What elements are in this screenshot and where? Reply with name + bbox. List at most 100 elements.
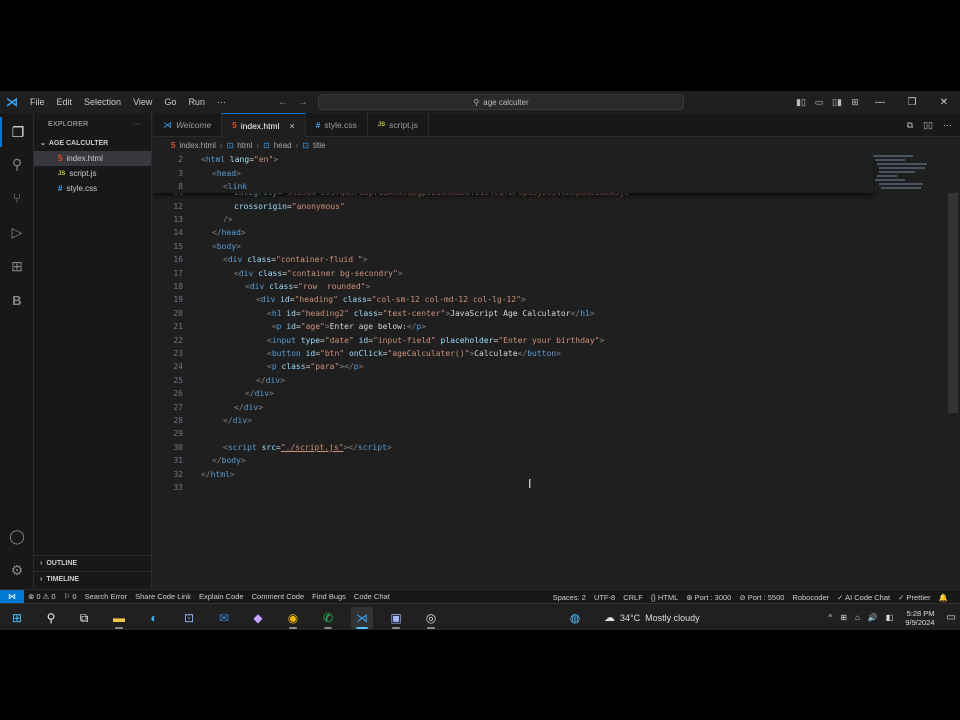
account-icon[interactable]: ◯	[0, 521, 34, 551]
code-line[interactable]: 28 </div>	[153, 414, 252, 427]
ports-status[interactable]: ⚐ 0	[60, 592, 81, 601]
search-error-button[interactable]: Search Error	[81, 592, 132, 601]
menu-edit[interactable]: Edit	[51, 91, 79, 113]
tray-app-icon[interactable]: ⊞	[836, 613, 851, 622]
code-line[interactable]: 12 crossorigin="anonymous"	[153, 199, 344, 212]
toggle-secondary-sidebar-icon[interactable]: ▯▮	[828, 97, 846, 108]
code-line[interactable]: 32 </html>	[153, 467, 234, 480]
start-windows-icon[interactable]: ⊞	[6, 607, 28, 629]
outline-section[interactable]: › OUTLINE	[34, 555, 152, 570]
code-chat-button[interactable]: Code Chat	[350, 592, 394, 601]
code-line[interactable]: 30 <script src="./script.js"></script>	[153, 441, 391, 454]
file-explorer-icon[interactable]: ▬	[108, 607, 130, 629]
menu-file[interactable]: File	[24, 91, 51, 113]
explain-code-button[interactable]: Explain Code	[195, 592, 248, 601]
task-view-icon[interactable]: ⧉	[73, 607, 95, 629]
back-arrow-icon[interactable]: ←	[278, 97, 288, 108]
vertical-scrollbar[interactable]	[948, 193, 958, 413]
breadcrumb-item[interactable]: html	[237, 141, 252, 150]
close-tab-icon[interactable]: ×	[289, 121, 294, 131]
explorer-icon[interactable]: ❐	[0, 117, 34, 147]
vscode-taskbar-icon[interactable]: ⋊	[351, 607, 373, 629]
menu-run[interactable]: Run	[182, 91, 211, 113]
port-5500-status[interactable]: ⊘ Port : 5500	[735, 593, 788, 602]
port-3000-status[interactable]: ⊛ Port : 3000	[682, 593, 735, 602]
code-line[interactable]: 14 </head>	[153, 226, 245, 239]
comment-code-button[interactable]: Comment Code	[248, 592, 309, 601]
run-debug-icon[interactable]: ▷	[0, 217, 34, 247]
code-line[interactable]: 21 <p id="age">Enter age below:</p>	[153, 320, 426, 333]
sticky-scroll[interactable]: 2 <html lang="en"> 3 <head> 8 <link	[153, 153, 873, 193]
minimap[interactable]	[871, 153, 941, 213]
file-style-css[interactable]: # style.css	[34, 181, 151, 196]
code-line[interactable]: 8 <link	[153, 180, 247, 193]
code-line[interactable]: 31 </body>	[153, 454, 245, 467]
outlook-icon[interactable]: ✉	[213, 607, 235, 629]
explorer-more-icon[interactable]: ···	[133, 121, 141, 128]
screen-recorder-icon[interactable]: ▣	[385, 607, 407, 629]
code-line[interactable]: 15 <body>	[153, 240, 241, 253]
code-line[interactable]: 29	[153, 427, 201, 440]
prettier-status[interactable]: ✓ Prettier	[894, 593, 935, 602]
code-line[interactable]: 22 <input type="date" id="input-field" pl…	[153, 333, 604, 346]
extension-b-icon[interactable]: B	[0, 285, 34, 315]
forward-arrow-icon[interactable]: →	[298, 97, 308, 108]
store-icon[interactable]: ⊡	[178, 607, 200, 629]
code-line[interactable]: 16 <div class="container-fluid ">	[153, 253, 367, 266]
toggle-sidebar-icon[interactable]: ▮▯	[792, 97, 810, 108]
eol-status[interactable]: CRLF	[619, 593, 647, 602]
split-editor-icon[interactable]: ▯▯	[923, 120, 933, 131]
encoding-status[interactable]: UTF-8	[590, 593, 619, 602]
file-index-html[interactable]: 5 index.html	[34, 151, 151, 166]
github-desktop-icon[interactable]: ◎	[420, 607, 442, 629]
code-line[interactable]: 25 </div>	[153, 374, 285, 387]
search-icon[interactable]: ⚲	[0, 149, 34, 179]
folder-age-calculter[interactable]: ⌄ AGE CALCULTER	[34, 135, 151, 151]
menu-view[interactable]: View	[127, 91, 158, 113]
robocoder-status[interactable]: Robocoder	[788, 593, 833, 602]
more-actions-icon[interactable]: ···	[943, 120, 952, 130]
notification-app-icon[interactable]: ◍	[564, 607, 586, 629]
app-icon[interactable]: ◆	[247, 607, 269, 629]
minimize-button[interactable]: —	[864, 97, 896, 108]
chrome-icon[interactable]: ◉	[282, 607, 304, 629]
weather-widget[interactable]: ☁ 34°C Mostly cloudy	[604, 604, 700, 631]
edge-browser-icon[interactable]: ◐	[143, 607, 165, 629]
code-line[interactable]: 27 </div>	[153, 400, 263, 413]
problems-status[interactable]: ⊗ 0 ⚠ 0	[24, 592, 60, 601]
toggle-panel-icon[interactable]: ▭	[810, 97, 828, 108]
volume-icon[interactable]: 🔊	[864, 613, 882, 622]
breadcrumb-item[interactable]: title	[313, 141, 325, 150]
code-line[interactable]: 2 <html lang="en">	[153, 153, 278, 166]
indentation-status[interactable]: Spaces: 2	[549, 593, 590, 602]
tab-script-js[interactable]: JS script.js	[368, 113, 429, 137]
network-icon[interactable]: ⌂	[851, 613, 864, 622]
ai-code-chat-status[interactable]: ✓ AI Code Chat	[833, 593, 894, 602]
code-line[interactable]: 13 />	[153, 213, 232, 226]
menu-selection[interactable]: Selection	[78, 91, 127, 113]
menu-more[interactable]: ···	[211, 91, 232, 113]
customize-layout-icon[interactable]: ⊞	[846, 97, 864, 108]
search-icon[interactable]: ⚲	[40, 607, 62, 629]
clock[interactable]: 5:28 PM 9/9/2024	[897, 609, 942, 627]
source-control-icon[interactable]: ⑂	[0, 183, 34, 213]
tab-index-html[interactable]: 5 index.html ×	[222, 113, 306, 137]
maximize-button[interactable]: ❐	[896, 97, 928, 108]
close-button[interactable]: ✕	[928, 97, 960, 108]
notification-center-icon[interactable]: ▭	[943, 612, 960, 623]
remote-indicator-icon[interactable]: ⋈	[0, 589, 24, 604]
code-line[interactable]: 20 <h1 id="heading2" class="text-center">…	[153, 307, 594, 320]
code-line[interactable]: 23 <button id="btn" onClick="ageCalculate…	[153, 347, 561, 360]
code-editor[interactable]: 2<html lang="en">3<head>8<link 11integri…	[153, 153, 960, 589]
settings-gear-icon[interactable]: ⚙	[0, 555, 34, 585]
whatsapp-icon[interactable]: ✆	[317, 607, 339, 629]
extensions-icon[interactable]: ⊞	[0, 251, 34, 281]
code-line[interactable]: 26 </div>	[153, 387, 274, 400]
code-line[interactable]: 18 <div class="row rounded">	[153, 280, 370, 293]
code-line[interactable]: 19 <div id="heading" class="col-sm-12 col…	[153, 293, 525, 306]
tab-welcome[interactable]: ⋊ Welcome	[153, 113, 223, 137]
tab-style-css[interactable]: # style.css	[306, 113, 368, 137]
code-line[interactable]: 3 <head>	[153, 166, 241, 179]
code-line[interactable]: 33	[153, 481, 201, 494]
menu-go[interactable]: Go	[158, 91, 182, 113]
